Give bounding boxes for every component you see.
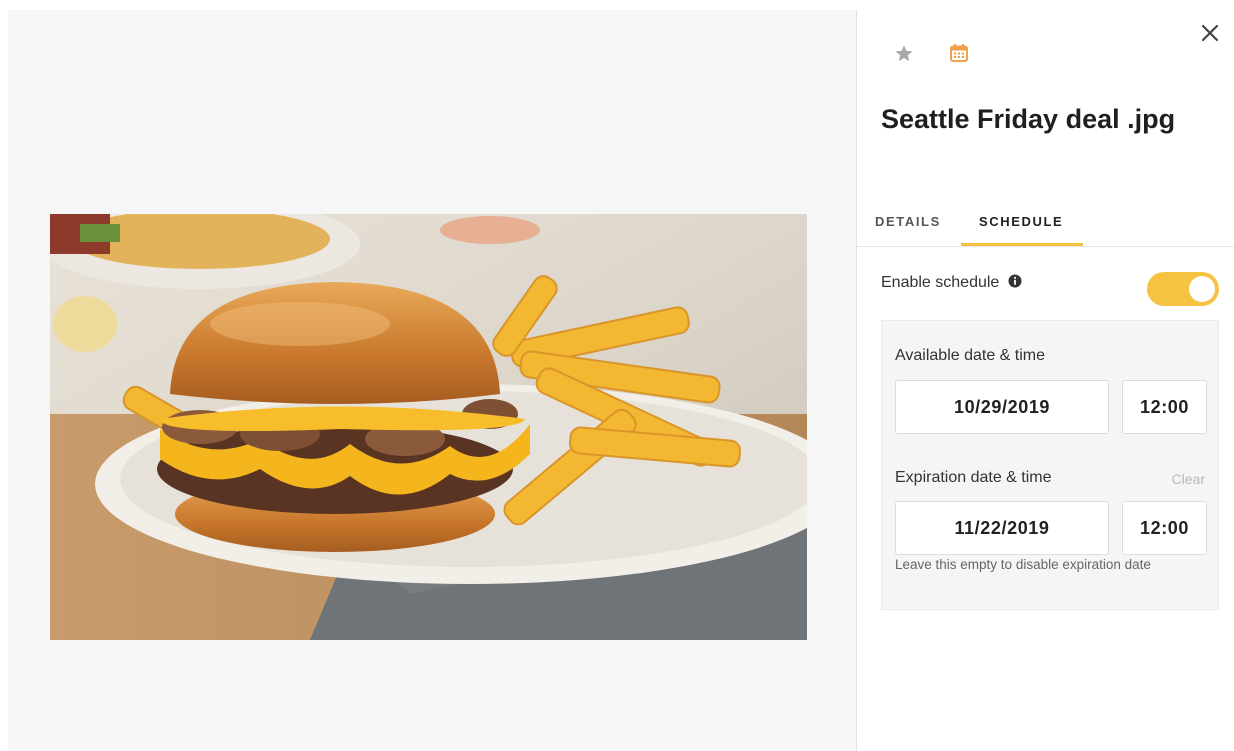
panel-tabs: DETAILS SCHEDULE — [857, 200, 1234, 247]
burger-photo — [50, 214, 807, 640]
calendar-icon[interactable] — [949, 43, 969, 63]
tab-details[interactable]: DETAILS — [875, 214, 941, 229]
clear-expiration-link[interactable]: Clear — [1172, 471, 1205, 487]
enable-schedule-toggle[interactable] — [1147, 272, 1219, 306]
toggle-knob — [1189, 276, 1215, 302]
enable-schedule-label: Enable schedule — [881, 274, 1000, 291]
enable-schedule-row: Enable schedule — [881, 274, 1022, 292]
info-icon[interactable] — [1008, 274, 1022, 288]
available-label: Available date & time — [895, 347, 1046, 364]
expiration-date-input[interactable]: 11/22/2019 — [895, 501, 1109, 555]
details-panel: Seattle Friday deal .jpg DETAILS SCHEDUL… — [857, 10, 1234, 751]
star-icon[interactable] — [893, 43, 915, 65]
close-icon[interactable] — [1199, 22, 1221, 44]
image-viewer — [8, 10, 856, 751]
active-tab-indicator — [961, 243, 1083, 246]
expiration-time-input[interactable]: 12:00 — [1122, 501, 1207, 555]
available-time-input[interactable]: 12:00 — [1122, 380, 1207, 434]
preview-image — [50, 214, 807, 640]
tab-schedule[interactable]: SCHEDULE — [979, 214, 1063, 229]
expiration-hint: Leave this empty to disable expiration d… — [895, 557, 1151, 572]
schedule-card: Available date & time 10/29/2019 12:00 E… — [881, 320, 1219, 610]
available-date-input[interactable]: 10/29/2019 — [895, 380, 1109, 434]
file-title: Seattle Friday deal .jpg — [881, 104, 1176, 134]
expiration-label: Expiration date & time — [895, 469, 1052, 486]
